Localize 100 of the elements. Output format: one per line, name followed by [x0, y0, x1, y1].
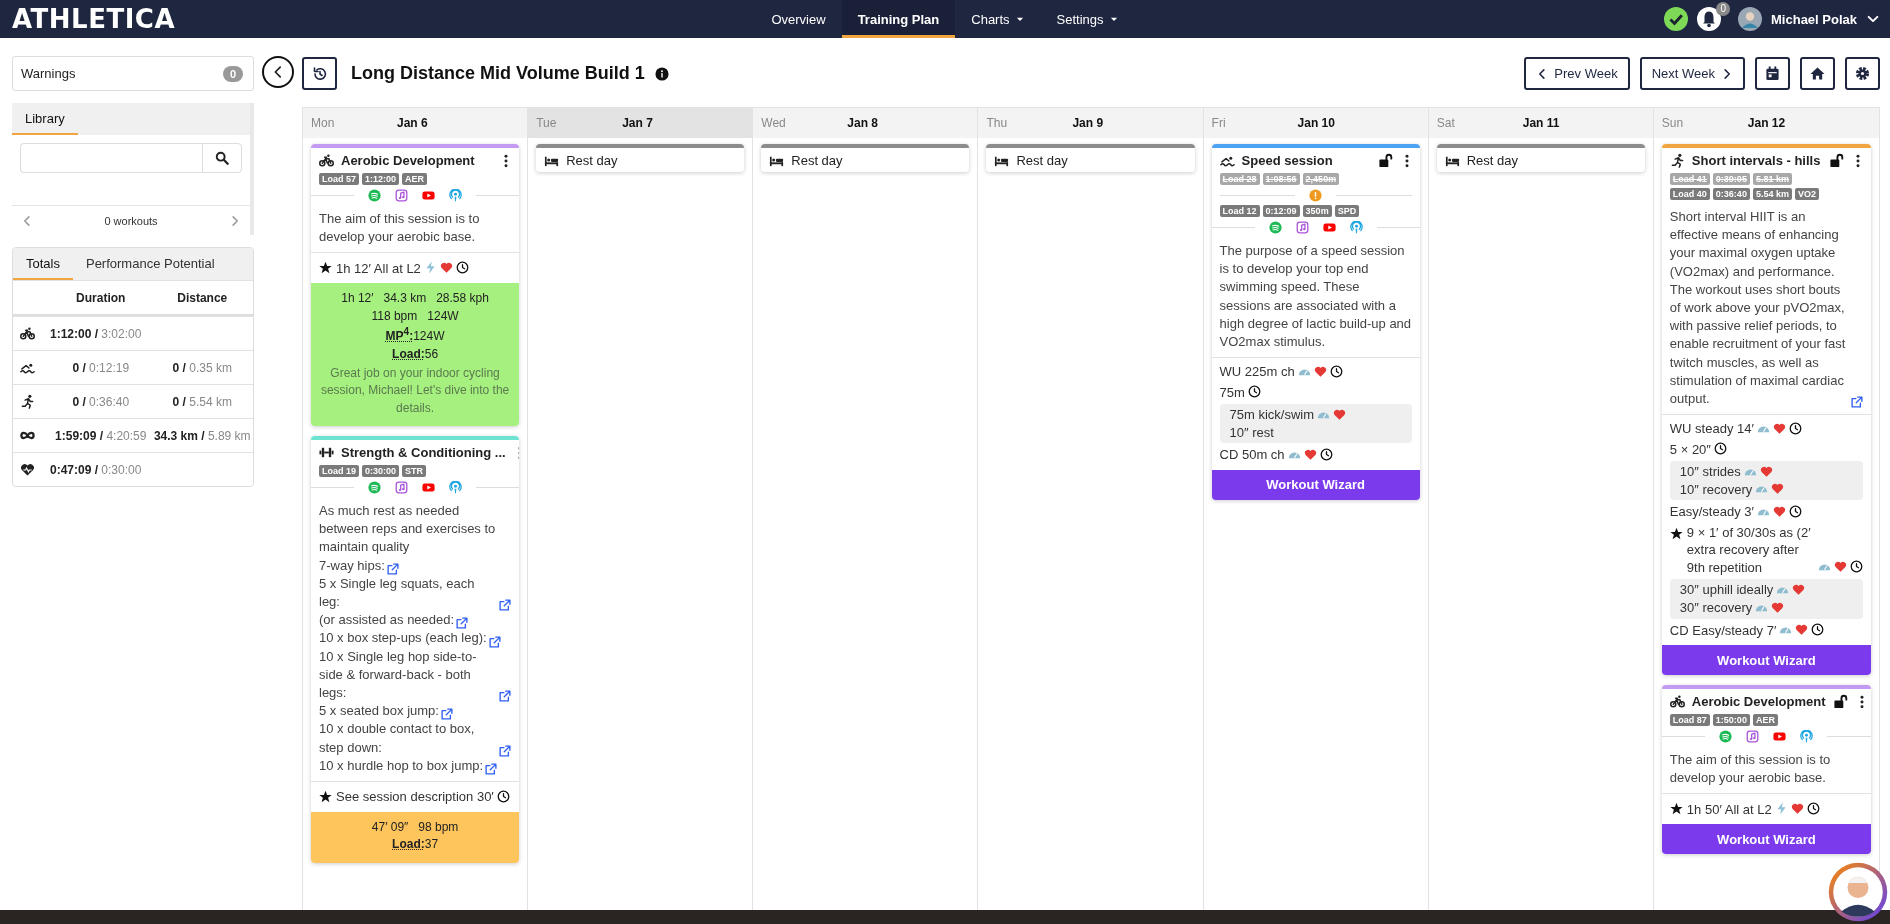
- workout-wizard-button[interactable]: Workout Wizard: [1661, 645, 1871, 676]
- external-link-icon[interactable]: [440, 708, 453, 721]
- music-icon[interactable]: [1746, 730, 1760, 744]
- check-icon[interactable]: [1664, 7, 1688, 31]
- totals-tab[interactable]: Performance Potential: [72, 248, 228, 280]
- nav-menu-item[interactable]: Settings: [1040, 0, 1135, 38]
- rest-day-card[interactable]: Rest day: [761, 144, 970, 172]
- previous-week-button[interactable]: Prev Week: [1524, 57, 1630, 90]
- padlock-icon[interactable]: [1377, 153, 1393, 168]
- bicycle-icon: [1669, 694, 1685, 710]
- workout-title: Speed session: [1241, 153, 1334, 168]
- history-icon[interactable]: [311, 65, 328, 82]
- calendar-button[interactable]: [1755, 57, 1790, 90]
- nav-menu-item[interactable]: Overview: [755, 0, 842, 38]
- date-label: Jan 8: [847, 116, 878, 130]
- external-link-icon[interactable]: [499, 744, 512, 757]
- rest-day-card[interactable]: Rest day: [1436, 144, 1645, 172]
- chat-avatar[interactable]: [1828, 862, 1888, 922]
- workout-card[interactable]: [311, 144, 520, 427]
- result-stat: 118 bpm: [371, 307, 418, 325]
- totals-tab[interactable]: Totals: [13, 248, 73, 280]
- settings-icon[interactable]: [1855, 66, 1870, 81]
- date-label: Jan 12: [1747, 116, 1786, 130]
- rest-day-card[interactable]: Rest day: [536, 144, 745, 172]
- history-button[interactable]: [302, 57, 337, 90]
- video-icon[interactable]: [422, 481, 436, 495]
- metric-value: 56: [424, 346, 439, 361]
- step-text: 10″ strides: [1679, 463, 1741, 481]
- step-text: 9 × 1′ of 30/30s as (2′ extra recovery after 9th repetition: [1686, 523, 1812, 577]
- padlock-icon[interactable]: [1832, 694, 1848, 710]
- workout-card[interactable]: [1661, 144, 1871, 676]
- previous-tag: 5.81 km: [1752, 173, 1792, 185]
- external-link-icon[interactable]: [499, 690, 512, 703]
- distance-cell-text: 0 / 5.54 km: [171, 394, 233, 409]
- padlock-icon[interactable]: [1829, 153, 1844, 168]
- tag: 1:12:00: [362, 173, 400, 185]
- user-name[interactable]: Michael Polak: [1771, 11, 1857, 27]
- spotify-icon[interactable]: [1719, 730, 1733, 744]
- tag: Load 19: [319, 465, 359, 478]
- spotify-icon[interactable]: [1268, 221, 1282, 234]
- search-icon[interactable]: [215, 151, 229, 165]
- bell-icon[interactable]: [1697, 7, 1721, 31]
- logo[interactable]: ATHLETICA: [12, 4, 176, 34]
- step-text: 10″ rest: [1229, 423, 1274, 442]
- external-link-icon[interactable]: [488, 635, 501, 648]
- home-button[interactable]: [1800, 57, 1835, 90]
- workout-card[interactable]: Aerobic Development Load 87 1:50:00 AER The aim of this session is to develop your aerobic base. 1h 50′ All at L2 Workout Wizard: [1661, 685, 1871, 855]
- search-field[interactable]: [20, 143, 202, 173]
- search-button[interactable]: [202, 143, 242, 173]
- workout-title: Rest day: [791, 153, 844, 168]
- description-text: As much rest as needed between reps and exercises to maintain quality: [319, 502, 497, 557]
- podcast-icon[interactable]: [449, 481, 463, 495]
- workout-title: Short intervals - hills: [1691, 153, 1822, 168]
- external-link-icon[interactable]: [386, 562, 399, 575]
- description-text: 10 x Single leg hop side-to-side & forward-back - both legs:: [319, 647, 478, 702]
- video-icon[interactable]: [1322, 221, 1336, 234]
- workout-title: Aerobic Development: [341, 153, 476, 168]
- nav-menu-item[interactable]: Charts: [955, 0, 1041, 38]
- music-icon[interactable]: [395, 481, 409, 495]
- info-icon[interactable]: [654, 66, 669, 81]
- runner-icon: [1669, 153, 1685, 168]
- weekday-label: Tue: [536, 116, 558, 130]
- video-icon[interactable]: [422, 189, 436, 202]
- result-stat: 28.58 kph: [436, 290, 489, 308]
- music-icon[interactable]: [1295, 221, 1309, 234]
- external-link-icon[interactable]: [1851, 396, 1863, 409]
- warnings-label: Warnings: [21, 66, 76, 81]
- workout-card[interactable]: [311, 436, 520, 863]
- workout-wizard-button[interactable]: Workout Wizard: [1661, 824, 1871, 855]
- tag: 0:12:09: [1262, 205, 1300, 217]
- user-avatar[interactable]: [1738, 7, 1762, 31]
- podcast-icon[interactable]: [1349, 221, 1363, 234]
- podcast-icon[interactable]: [449, 189, 463, 202]
- settings-button[interactable]: [1845, 57, 1880, 90]
- warnings-bar[interactable]: Warnings 0: [12, 56, 254, 91]
- tag: STR: [402, 465, 427, 478]
- description-text: 5 x Single leg squats, each leg:: [319, 574, 476, 612]
- step-text: 5 × 20″: [1669, 440, 1711, 459]
- video-icon[interactable]: [1773, 730, 1787, 744]
- podcast-icon[interactable]: [1800, 730, 1814, 744]
- music-icon[interactable]: [395, 189, 409, 202]
- metric-label: Load:: [392, 346, 425, 361]
- collapse-sidebar-button[interactable]: [262, 56, 294, 88]
- spotify-icon[interactable]: [368, 189, 382, 202]
- spotify-icon[interactable]: [368, 481, 382, 495]
- calendar-icon[interactable]: [1765, 66, 1780, 81]
- date-label: Jan 7: [622, 116, 653, 130]
- next-week-button[interactable]: Next Week: [1639, 57, 1745, 90]
- home-icon[interactable]: [1810, 66, 1825, 81]
- nav-menu-item[interactable]: Training Plan: [841, 0, 956, 38]
- date-label: Jan 6: [397, 116, 428, 130]
- external-link-icon[interactable]: [499, 599, 512, 612]
- rest-day-card[interactable]: Rest day: [986, 144, 1195, 172]
- workout-wizard-button[interactable]: Workout Wizard: [1211, 469, 1420, 500]
- workout-title: Rest day: [1466, 153, 1519, 168]
- external-link-icon[interactable]: [485, 762, 498, 775]
- step-text: 30″ uphill ideally: [1679, 581, 1774, 599]
- weekday-label: Sat: [1436, 116, 1456, 130]
- external-link-icon[interactable]: [456, 617, 469, 630]
- workout-card[interactable]: [1211, 144, 1420, 500]
